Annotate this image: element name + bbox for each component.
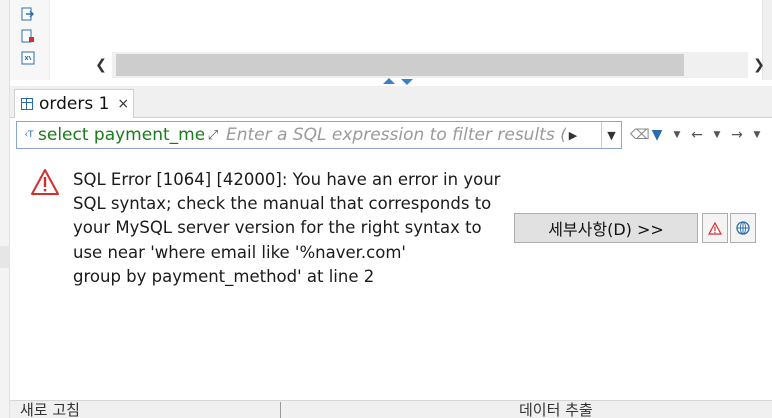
back-arrow-icon[interactable]: ← bbox=[690, 127, 704, 143]
close-tab-icon[interactable]: × bbox=[117, 96, 129, 112]
scroll-right-icon[interactable]: ❯ bbox=[748, 52, 770, 78]
variables-icon[interactable] bbox=[21, 51, 35, 65]
details-button[interactable]: 세부사항(D) >> bbox=[514, 213, 698, 243]
search-web-button[interactable] bbox=[730, 213, 756, 243]
results-bottom-toolbar: 새로 고침 데이터 추출 bbox=[10, 400, 772, 418]
filter-bar: ‹T select payment_met ⤢ ▶ ▼ ⌫ ▼ ▼ ← ▼ → … bbox=[10, 118, 772, 152]
clear-filter-icon[interactable]: ⌫ bbox=[630, 127, 650, 143]
scroll-left-icon[interactable]: ❮ bbox=[90, 52, 112, 78]
error-line: group by payment_method' at line 2 bbox=[73, 266, 375, 286]
scroll-track[interactable] bbox=[112, 52, 748, 78]
panel-resize-sash[interactable] bbox=[378, 78, 418, 86]
toolbar-separator bbox=[279, 401, 281, 418]
editor-gutter bbox=[10, 0, 50, 80]
warning-icon bbox=[708, 221, 722, 235]
forward-arrow-icon[interactable]: → bbox=[730, 127, 744, 143]
filter-dropdown-icon[interactable]: ▼ bbox=[670, 130, 684, 140]
error-line: SQL Error [1064] [42000]: You have an er… bbox=[73, 170, 501, 189]
filter-funnel-icon[interactable]: ▼ bbox=[650, 127, 664, 143]
error-line: your MySQL server version for the right … bbox=[73, 218, 482, 238]
error-triangle-icon bbox=[31, 169, 59, 195]
results-tab-bar: orders 1 × bbox=[10, 86, 772, 118]
error-line: use near 'where email like '%naver.com' bbox=[73, 242, 406, 262]
tab-label: orders 1 bbox=[39, 94, 110, 114]
dbeaver-window: ❮ ❯ orders 1 × ‹T select payment_met ⤢ ▶… bbox=[0, 0, 772, 418]
execute-arrow-icon[interactable] bbox=[21, 7, 35, 21]
restore-down-icon[interactable] bbox=[401, 79, 413, 85]
left-panel-strip bbox=[0, 0, 10, 418]
apply-filter-icon[interactable]: ▶ bbox=[566, 129, 580, 142]
back-dropdown-icon[interactable]: ▼ bbox=[710, 130, 724, 140]
scroll-thumb[interactable] bbox=[116, 54, 684, 76]
expand-icon[interactable]: ⤢ bbox=[204, 128, 222, 143]
error-panel: SQL Error [1064] [42000]: You have an er… bbox=[10, 152, 772, 398]
filter-box[interactable]: ‹T select payment_met ⤢ ▶ ▼ bbox=[16, 121, 622, 149]
maximize-up-icon[interactable] bbox=[383, 78, 395, 84]
filter-history-dropdown-icon[interactable]: ▼ bbox=[601, 122, 621, 148]
script-error-icon[interactable] bbox=[21, 29, 35, 43]
tab-orders-1[interactable]: orders 1 × bbox=[14, 89, 134, 118]
query-preview[interactable]: select payment_met bbox=[38, 125, 204, 145]
sql-editor-area[interactable]: ❮ ❯ bbox=[10, 0, 772, 80]
table-grid-icon bbox=[21, 98, 33, 110]
horizontal-scrollbar[interactable]: ❮ ❯ bbox=[90, 52, 770, 78]
forward-dropdown-icon[interactable]: ▼ bbox=[750, 130, 764, 140]
show-problem-button[interactable] bbox=[702, 213, 728, 243]
left-strip-marker bbox=[0, 246, 10, 268]
globe-icon bbox=[736, 221, 750, 235]
export-data-button[interactable]: 데이터 추출 bbox=[519, 401, 593, 418]
refresh-button[interactable]: 새로 고침 bbox=[20, 401, 80, 418]
filter-toolbar: ⌫ ▼ ▼ ← ▼ → ▼ bbox=[622, 118, 764, 152]
error-line: SQL syntax; check the manual that corres… bbox=[73, 194, 492, 214]
sql-query-icon: ‹T bbox=[24, 130, 34, 140]
filter-input[interactable] bbox=[226, 123, 566, 147]
error-message: SQL Error [1064] [42000]: You have an er… bbox=[73, 168, 513, 289]
